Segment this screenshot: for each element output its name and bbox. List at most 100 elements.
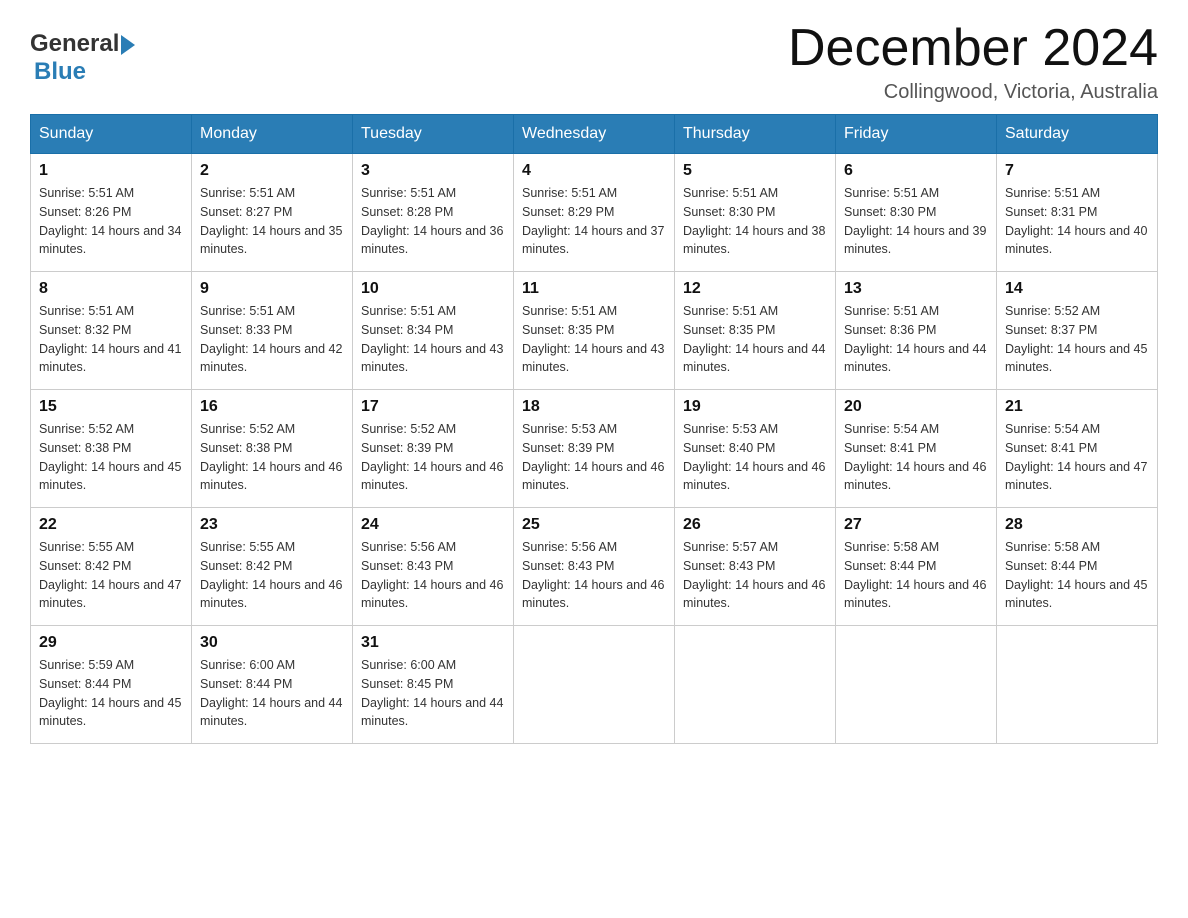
day-number: 15 bbox=[39, 398, 183, 416]
day-info: Sunrise: 5:51 AM Sunset: 8:30 PM Dayligh… bbox=[683, 184, 827, 259]
day-number: 17 bbox=[361, 398, 505, 416]
day-number: 3 bbox=[361, 162, 505, 180]
calendar-week-row-5: 29 Sunrise: 5:59 AM Sunset: 8:44 PM Dayl… bbox=[31, 626, 1158, 744]
calendar-header-row: Sunday Monday Tuesday Wednesday Thursday… bbox=[31, 115, 1158, 154]
day-number: 2 bbox=[200, 162, 344, 180]
day-info: Sunrise: 5:52 AM Sunset: 8:38 PM Dayligh… bbox=[39, 420, 183, 495]
table-row: 28 Sunrise: 5:58 AM Sunset: 8:44 PM Dayl… bbox=[997, 508, 1158, 626]
day-number: 19 bbox=[683, 398, 827, 416]
table-row: 8 Sunrise: 5:51 AM Sunset: 8:32 PM Dayli… bbox=[31, 272, 192, 390]
day-number: 23 bbox=[200, 516, 344, 534]
day-number: 26 bbox=[683, 516, 827, 534]
table-row: 6 Sunrise: 5:51 AM Sunset: 8:30 PM Dayli… bbox=[836, 154, 997, 272]
day-info: Sunrise: 5:59 AM Sunset: 8:44 PM Dayligh… bbox=[39, 656, 183, 731]
day-info: Sunrise: 6:00 AM Sunset: 8:44 PM Dayligh… bbox=[200, 656, 344, 731]
day-number: 10 bbox=[361, 280, 505, 298]
table-row: 7 Sunrise: 5:51 AM Sunset: 8:31 PM Dayli… bbox=[997, 154, 1158, 272]
day-number: 7 bbox=[1005, 162, 1149, 180]
day-number: 20 bbox=[844, 398, 988, 416]
day-number: 12 bbox=[683, 280, 827, 298]
day-info: Sunrise: 5:51 AM Sunset: 8:30 PM Dayligh… bbox=[844, 184, 988, 259]
title-area: December 2024 Collingwood, Victoria, Aus… bbox=[788, 20, 1158, 104]
table-row bbox=[836, 626, 997, 744]
day-number: 9 bbox=[200, 280, 344, 298]
day-info: Sunrise: 5:51 AM Sunset: 8:31 PM Dayligh… bbox=[1005, 184, 1149, 259]
day-number: 1 bbox=[39, 162, 183, 180]
day-info: Sunrise: 5:51 AM Sunset: 8:35 PM Dayligh… bbox=[522, 302, 666, 377]
table-row: 14 Sunrise: 5:52 AM Sunset: 8:37 PM Dayl… bbox=[997, 272, 1158, 390]
day-info: Sunrise: 5:51 AM Sunset: 8:29 PM Dayligh… bbox=[522, 184, 666, 259]
table-row: 10 Sunrise: 5:51 AM Sunset: 8:34 PM Dayl… bbox=[353, 272, 514, 390]
table-row: 11 Sunrise: 5:51 AM Sunset: 8:35 PM Dayl… bbox=[514, 272, 675, 390]
table-row: 23 Sunrise: 5:55 AM Sunset: 8:42 PM Dayl… bbox=[192, 508, 353, 626]
col-wednesday: Wednesday bbox=[514, 115, 675, 154]
day-info: Sunrise: 5:52 AM Sunset: 8:37 PM Dayligh… bbox=[1005, 302, 1149, 377]
table-row: 1 Sunrise: 5:51 AM Sunset: 8:26 PM Dayli… bbox=[31, 154, 192, 272]
day-info: Sunrise: 5:52 AM Sunset: 8:39 PM Dayligh… bbox=[361, 420, 505, 495]
day-info: Sunrise: 5:53 AM Sunset: 8:39 PM Dayligh… bbox=[522, 420, 666, 495]
day-number: 25 bbox=[522, 516, 666, 534]
table-row: 17 Sunrise: 5:52 AM Sunset: 8:39 PM Dayl… bbox=[353, 390, 514, 508]
day-info: Sunrise: 5:51 AM Sunset: 8:27 PM Dayligh… bbox=[200, 184, 344, 259]
day-number: 31 bbox=[361, 634, 505, 652]
table-row: 13 Sunrise: 5:51 AM Sunset: 8:36 PM Dayl… bbox=[836, 272, 997, 390]
day-number: 21 bbox=[1005, 398, 1149, 416]
logo: General Blue bbox=[30, 20, 135, 86]
day-number: 28 bbox=[1005, 516, 1149, 534]
day-number: 16 bbox=[200, 398, 344, 416]
table-row: 24 Sunrise: 5:56 AM Sunset: 8:43 PM Dayl… bbox=[353, 508, 514, 626]
table-row: 20 Sunrise: 5:54 AM Sunset: 8:41 PM Dayl… bbox=[836, 390, 997, 508]
day-info: Sunrise: 5:55 AM Sunset: 8:42 PM Dayligh… bbox=[39, 538, 183, 613]
table-row: 19 Sunrise: 5:53 AM Sunset: 8:40 PM Dayl… bbox=[675, 390, 836, 508]
day-number: 27 bbox=[844, 516, 988, 534]
table-row: 31 Sunrise: 6:00 AM Sunset: 8:45 PM Dayl… bbox=[353, 626, 514, 744]
table-row: 30 Sunrise: 6:00 AM Sunset: 8:44 PM Dayl… bbox=[192, 626, 353, 744]
table-row: 12 Sunrise: 5:51 AM Sunset: 8:35 PM Dayl… bbox=[675, 272, 836, 390]
page-header: General Blue December 2024 Collingwood, … bbox=[30, 20, 1158, 104]
day-info: Sunrise: 5:57 AM Sunset: 8:43 PM Dayligh… bbox=[683, 538, 827, 613]
day-number: 8 bbox=[39, 280, 183, 298]
table-row bbox=[997, 626, 1158, 744]
calendar-table: Sunday Monday Tuesday Wednesday Thursday… bbox=[30, 114, 1158, 744]
day-number: 30 bbox=[200, 634, 344, 652]
col-friday: Friday bbox=[836, 115, 997, 154]
day-info: Sunrise: 5:52 AM Sunset: 8:38 PM Dayligh… bbox=[200, 420, 344, 495]
col-saturday: Saturday bbox=[997, 115, 1158, 154]
table-row: 9 Sunrise: 5:51 AM Sunset: 8:33 PM Dayli… bbox=[192, 272, 353, 390]
logo-text-general: General bbox=[30, 30, 119, 58]
day-number: 14 bbox=[1005, 280, 1149, 298]
day-info: Sunrise: 5:56 AM Sunset: 8:43 PM Dayligh… bbox=[522, 538, 666, 613]
day-info: Sunrise: 5:51 AM Sunset: 8:26 PM Dayligh… bbox=[39, 184, 183, 259]
day-info: Sunrise: 5:56 AM Sunset: 8:43 PM Dayligh… bbox=[361, 538, 505, 613]
table-row: 4 Sunrise: 5:51 AM Sunset: 8:29 PM Dayli… bbox=[514, 154, 675, 272]
day-info: Sunrise: 5:54 AM Sunset: 8:41 PM Dayligh… bbox=[1005, 420, 1149, 495]
logo-arrow-icon bbox=[121, 35, 135, 55]
day-number: 6 bbox=[844, 162, 988, 180]
day-info: Sunrise: 5:54 AM Sunset: 8:41 PM Dayligh… bbox=[844, 420, 988, 495]
day-info: Sunrise: 5:51 AM Sunset: 8:32 PM Dayligh… bbox=[39, 302, 183, 377]
table-row: 3 Sunrise: 5:51 AM Sunset: 8:28 PM Dayli… bbox=[353, 154, 514, 272]
table-row: 15 Sunrise: 5:52 AM Sunset: 8:38 PM Dayl… bbox=[31, 390, 192, 508]
logo-text-blue: Blue bbox=[34, 58, 86, 86]
day-info: Sunrise: 5:58 AM Sunset: 8:44 PM Dayligh… bbox=[844, 538, 988, 613]
location-subtitle: Collingwood, Victoria, Australia bbox=[788, 81, 1158, 104]
table-row: 21 Sunrise: 5:54 AM Sunset: 8:41 PM Dayl… bbox=[997, 390, 1158, 508]
calendar-week-row-3: 15 Sunrise: 5:52 AM Sunset: 8:38 PM Dayl… bbox=[31, 390, 1158, 508]
day-number: 18 bbox=[522, 398, 666, 416]
calendar-week-row-4: 22 Sunrise: 5:55 AM Sunset: 8:42 PM Dayl… bbox=[31, 508, 1158, 626]
table-row: 22 Sunrise: 5:55 AM Sunset: 8:42 PM Dayl… bbox=[31, 508, 192, 626]
table-row bbox=[675, 626, 836, 744]
table-row: 25 Sunrise: 5:56 AM Sunset: 8:43 PM Dayl… bbox=[514, 508, 675, 626]
table-row: 26 Sunrise: 5:57 AM Sunset: 8:43 PM Dayl… bbox=[675, 508, 836, 626]
month-title: December 2024 bbox=[788, 20, 1158, 77]
day-info: Sunrise: 5:53 AM Sunset: 8:40 PM Dayligh… bbox=[683, 420, 827, 495]
day-number: 29 bbox=[39, 634, 183, 652]
day-info: Sunrise: 5:51 AM Sunset: 8:35 PM Dayligh… bbox=[683, 302, 827, 377]
day-number: 5 bbox=[683, 162, 827, 180]
col-sunday: Sunday bbox=[31, 115, 192, 154]
calendar-week-row-1: 1 Sunrise: 5:51 AM Sunset: 8:26 PM Dayli… bbox=[31, 154, 1158, 272]
day-info: Sunrise: 5:58 AM Sunset: 8:44 PM Dayligh… bbox=[1005, 538, 1149, 613]
day-info: Sunrise: 5:51 AM Sunset: 8:34 PM Dayligh… bbox=[361, 302, 505, 377]
col-thursday: Thursday bbox=[675, 115, 836, 154]
day-info: Sunrise: 5:55 AM Sunset: 8:42 PM Dayligh… bbox=[200, 538, 344, 613]
